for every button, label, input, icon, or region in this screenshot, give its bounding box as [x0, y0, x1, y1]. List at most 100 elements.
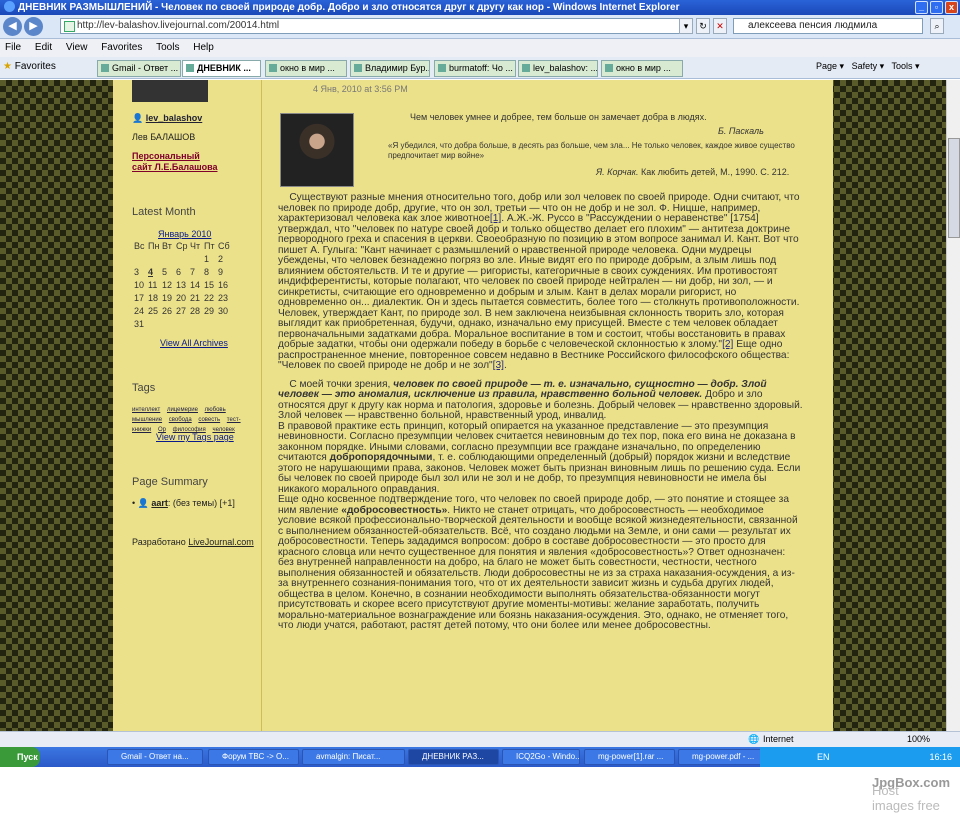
calendar-day[interactable]: 16: [218, 280, 232, 293]
calendar-day: [134, 254, 148, 267]
taskbar-item[interactable]: Gmail - Ответ на...: [107, 749, 203, 765]
epigraph-2-source: Как любить детей, М., 1990. С. 212.: [640, 167, 790, 177]
calendar-day[interactable]: 14: [190, 280, 204, 293]
start-button[interactable]: Пуск: [0, 747, 40, 767]
footnote-3-link[interactable]: [3]: [493, 360, 504, 371]
calendar-day[interactable]: 13: [176, 280, 190, 293]
language-indicator[interactable]: EN: [817, 752, 830, 762]
summary-user-link[interactable]: aart: [151, 498, 168, 508]
summary-entry-text[interactable]: : (без темы) [+1]: [168, 498, 235, 508]
forward-icon[interactable]: ▶: [24, 17, 43, 36]
calendar-day[interactable]: 31: [134, 319, 148, 332]
zoom-level[interactable]: 100%: [907, 732, 930, 747]
search-input[interactable]: алексеева пенсия людмила: [733, 18, 923, 34]
safety-menu[interactable]: Safety ▾: [852, 61, 885, 71]
taskbar-item-active[interactable]: ДНЕВНИК РАЗ...: [408, 749, 499, 765]
taskbar-item[interactable]: mg-power[1].rar ...: [584, 749, 675, 765]
calendar-day[interactable]: 7: [190, 267, 204, 280]
calendar-day[interactable]: 17: [134, 293, 148, 306]
tag-cloud: интеллект лицемерие любовь мышление своб…: [132, 405, 242, 435]
calendar-month-link[interactable]: Январь 2010: [158, 229, 211, 239]
tag-link[interactable]: мышление: [132, 417, 162, 423]
userpic: [132, 80, 208, 102]
username-link[interactable]: lev_balashov: [146, 113, 203, 123]
calendar-day[interactable]: 8: [204, 267, 218, 280]
calendar-day[interactable]: 5: [162, 267, 176, 280]
calendar-day[interactable]: 30: [218, 306, 232, 319]
calendar-day[interactable]: 2: [218, 254, 232, 267]
address-bar-area: ◀ ▶ http://lev-balashov.livejournal.com/…: [0, 15, 960, 39]
calendar-day[interactable]: 27: [176, 306, 190, 319]
tag-link[interactable]: любовь: [205, 407, 226, 413]
tab-active[interactable]: ДНЕВНИК ...: [182, 60, 261, 77]
calendar-day[interactable]: 11: [148, 280, 162, 293]
menu-view[interactable]: View: [66, 42, 88, 53]
calendar-day[interactable]: 29: [204, 306, 218, 319]
taskbar-item[interactable]: ICQ2Go - Windo...: [502, 749, 580, 765]
tag-link[interactable]: совесть: [198, 417, 220, 423]
calendar-day[interactable]: 4: [148, 267, 162, 280]
footnote-1-link[interactable]: [1]: [490, 213, 501, 224]
epigraph-2: «Я убедился, что добра больше, в десять …: [388, 141, 795, 160]
favorites-button[interactable]: ★ Favorites: [3, 61, 56, 72]
calendar-day[interactable]: 21: [190, 293, 204, 306]
menu-edit[interactable]: Edit: [35, 42, 52, 53]
back-icon[interactable]: ◀: [3, 17, 22, 36]
view-tags-link[interactable]: View my Tags page: [156, 432, 234, 442]
maximize-button[interactable]: ▫: [930, 1, 943, 14]
calendar-day[interactable]: 6: [176, 267, 190, 280]
tab-okno-1[interactable]: окно в мир ...: [265, 60, 347, 77]
calendar-day: [148, 254, 162, 267]
tag-link[interactable]: интеллект: [132, 407, 160, 413]
tools-menu[interactable]: Tools ▾: [891, 61, 919, 71]
view-archives-link[interactable]: View All Archives: [160, 338, 228, 348]
taskbar-item[interactable]: mg-power.pdf - ...: [678, 749, 768, 765]
powered-by: Разработано LiveJournal.com: [132, 537, 254, 547]
calendar-day[interactable]: 25: [148, 306, 162, 319]
user-icon: 👤: [137, 498, 149, 508]
search-icon[interactable]: ⌕: [930, 18, 944, 34]
minimize-button[interactable]: _: [915, 1, 928, 14]
menu-favorites[interactable]: Favorites: [101, 42, 142, 53]
page-menu[interactable]: Page ▾: [816, 61, 844, 71]
calendar-day[interactable]: 18: [148, 293, 162, 306]
calendar-day[interactable]: 22: [204, 293, 218, 306]
personal-site-link[interactable]: Персональный сайт Л.Е.Балашова: [132, 151, 222, 173]
menu-help[interactable]: Help: [193, 42, 214, 53]
calendar-day[interactable]: 26: [162, 306, 176, 319]
footnote-2-link[interactable]: [2]: [722, 339, 733, 350]
address-dropdown-icon[interactable]: ▾: [679, 18, 693, 34]
livejournal-link[interactable]: LiveJournal.com: [188, 537, 254, 547]
calendar-day[interactable]: 12: [162, 280, 176, 293]
refresh-icon[interactable]: ↻: [696, 18, 710, 34]
calendar-day[interactable]: 19: [162, 293, 176, 306]
calendar-day[interactable]: 23: [218, 293, 232, 306]
vertical-scrollbar[interactable]: [946, 80, 960, 731]
stop-icon[interactable]: ✕: [713, 18, 727, 34]
calendar-day[interactable]: 24: [134, 306, 148, 319]
calendar-day[interactable]: 3: [134, 267, 148, 280]
tab-gmail[interactable]: Gmail - Ответ ...: [97, 60, 181, 77]
tab-vladimir[interactable]: Владимир Бур...: [350, 60, 430, 77]
calendar-day[interactable]: 9: [218, 267, 232, 280]
window-titlebar: ДНЕВНИК РАЗМЫШЛЕНИЙ - Человек по своей п…: [0, 0, 960, 15]
menu-tools[interactable]: Tools: [156, 42, 179, 53]
calendar-day[interactable]: 15: [204, 280, 218, 293]
tab-lev-balashov[interactable]: lev_balashov: ...: [518, 60, 598, 77]
address-input[interactable]: http://lev-balashov.livejournal.com/2001…: [60, 18, 688, 34]
calendar-day[interactable]: 28: [190, 306, 204, 319]
calendar-day[interactable]: 20: [176, 293, 190, 306]
scrollbar-thumb[interactable]: [948, 138, 960, 238]
image-host-footer: Host images free JpgBox.com: [0, 767, 960, 813]
close-button[interactable]: x: [945, 1, 958, 14]
tag-link[interactable]: свобода: [169, 417, 192, 423]
taskbar-item[interactable]: Форум ТВС -> О...: [208, 749, 299, 765]
menu-file[interactable]: File: [5, 42, 21, 53]
calendar-day[interactable]: 1: [204, 254, 218, 267]
tab-burmatoff[interactable]: burmatoff: Чо ...: [434, 60, 516, 77]
calendar-day[interactable]: 10: [134, 280, 148, 293]
tab-okno-2[interactable]: окно в мир ...: [601, 60, 683, 77]
taskbar-item[interactable]: avmalgin: Писат...: [302, 749, 405, 765]
tag-link[interactable]: лицемерие: [167, 407, 198, 413]
cal-head: Пт: [204, 241, 215, 251]
